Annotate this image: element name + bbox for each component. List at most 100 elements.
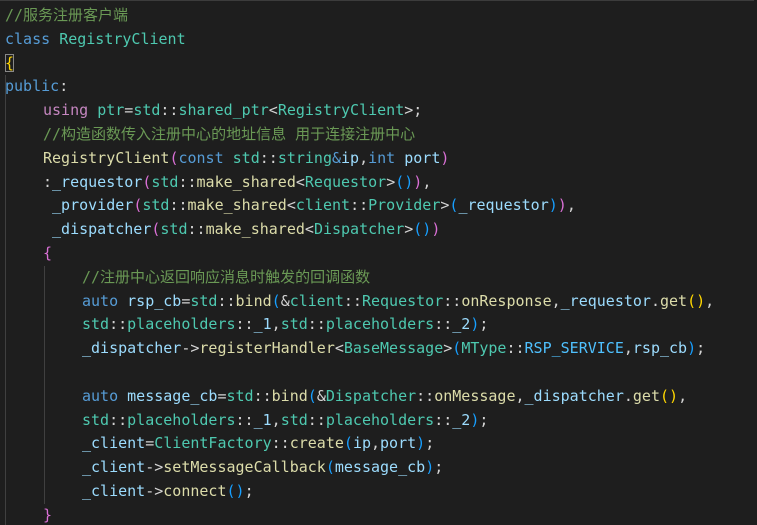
code-token: _client: [82, 481, 146, 500]
code-token: ip: [341, 148, 360, 167]
code-line[interactable]: {: [5, 241, 757, 266]
code-token: ::: [235, 315, 254, 334]
code-token: RegistryClient: [43, 148, 170, 167]
code-line[interactable]: std::placeholders::_1,std::placeholders:…: [5, 408, 757, 433]
code-token: (: [307, 386, 317, 405]
code-token: RegistryClient: [277, 101, 405, 120]
code-token: make_shared: [205, 220, 305, 239]
code-token: std: [133, 101, 161, 120]
code-line[interactable]: _provider(std::make_shared<client::Provi…: [5, 194, 757, 219]
code-line[interactable]: class RegistryClient: [5, 28, 757, 52]
code-token: std: [280, 410, 308, 429]
code-line[interactable]: //注册中心返回响应消息时触发的回调函数: [5, 265, 757, 290]
code-text: _client->setMessageCallback(message_cb);: [5, 456, 443, 480]
code-token: _client: [82, 434, 146, 453]
code-token: &: [280, 291, 290, 310]
code-token: placeholders: [325, 410, 435, 429]
code-line[interactable]: std::placeholders::_1,std::placeholders:…: [5, 313, 757, 338]
code-token: class: [5, 29, 51, 48]
code-area[interactable]: //服务注册客户端 class RegistryClient{public: usi…: [5, 4, 757, 525]
code-text: //注册中心返回响应消息时触发的回调函数: [5, 266, 370, 290]
code-token: <: [334, 339, 344, 358]
code-line[interactable]: public:: [5, 75, 757, 100]
code-token: ::: [160, 101, 179, 120]
code-token: ): [431, 220, 441, 239]
code-line[interactable]: auto message_cb=std::bind(&Dispatcher::o…: [5, 384, 757, 409]
code-token: ,: [271, 410, 281, 429]
code-line[interactable]: [5, 360, 757, 385]
code-token: (): [395, 172, 414, 191]
code-line[interactable]: :_requestor(std::make_shared<Requestor>(…: [5, 170, 757, 195]
code-token: _2: [452, 410, 471, 429]
code-text: auto rsp_cb=std::bind(&client::Requestor…: [5, 290, 714, 314]
code-token: _client: [82, 458, 146, 477]
code-text: std::placeholders::_1,std::placeholders:…: [5, 409, 488, 433]
code-token: :: [43, 172, 53, 191]
code-token: get: [660, 291, 688, 310]
code-token: port: [380, 434, 417, 453]
code-token: shared_ptr: [178, 101, 269, 120]
code-token: ): [413, 172, 423, 191]
code-token: (: [271, 291, 281, 310]
code-token: >: [443, 339, 453, 358]
code-line[interactable]: {: [5, 52, 757, 76]
code-line[interactable]: RegistryClient(const std::string&ip,int …: [5, 146, 757, 171]
code-token: rsp_cb: [127, 291, 182, 310]
code-token: string: [277, 148, 332, 167]
code-token: .: [623, 386, 633, 405]
code-token: ::: [343, 291, 362, 310]
code-token: ::: [506, 339, 525, 358]
code-token: ): [425, 458, 435, 477]
code-token: ;: [696, 339, 706, 358]
code-token: {: [43, 243, 53, 262]
code-token: (: [325, 458, 335, 477]
code-token: ::: [253, 386, 272, 405]
code-token: std: [280, 315, 308, 334]
code-token: ::: [434, 410, 453, 429]
code-token: (: [133, 196, 143, 215]
code-token: }: [43, 505, 53, 524]
code-line[interactable]: using ptr=std::shared_ptr<RegistryClient…: [5, 99, 757, 123]
code-line[interactable]: //构造函数传入注册中心的地址信息 用于连接注册中心: [5, 122, 757, 147]
code-token: RSP_SERVICE: [524, 339, 624, 358]
editor-top-border: [0, 0, 757, 1]
code-token: Provider: [368, 196, 441, 215]
code-token: std: [142, 196, 170, 215]
code-line[interactable]: _client=ClientFactory::create(ip,port);: [5, 432, 757, 457]
code-token: ,: [551, 291, 561, 310]
code-text: _client->connect();: [5, 480, 254, 504]
code-line[interactable]: //服务注册客户端: [5, 4, 757, 28]
code-line[interactable]: _dispatcher->registerHandler<BaseMessage…: [5, 337, 757, 361]
code-line[interactable]: }: [5, 503, 757, 525]
code-line[interactable]: _dispatcher(std::make_shared<Dispatcher>…: [5, 218, 757, 242]
code-token: _provider: [52, 196, 134, 215]
code-line[interactable]: _client->connect();: [5, 479, 757, 504]
code-token: Requestor: [361, 291, 444, 310]
code-token: ,: [359, 148, 369, 167]
code-editor[interactable]: //服务注册客户端 class RegistryClient{public: usi…: [0, 0, 757, 525]
code-token: placeholders: [127, 315, 236, 334]
code-token: _requestor: [458, 196, 549, 215]
code-token: registerHandler: [199, 339, 335, 358]
code-line[interactable]: _client->setMessageCallback(message_cb);: [5, 456, 757, 480]
code-token: std: [82, 410, 110, 429]
code-text: std::placeholders::_1,std::placeholders:…: [5, 313, 488, 337]
code-token: port: [404, 148, 441, 167]
code-token: public: [5, 77, 60, 96]
code-token: >: [386, 172, 396, 191]
code-token: &: [316, 386, 326, 405]
indent-guide: [44, 360, 45, 385]
code-token: ClientFactory: [154, 434, 272, 453]
code-token: ,: [566, 196, 576, 215]
code-text: :_requestor(std::make_shared<Requestor>(…: [5, 171, 431, 195]
code-token: ): [687, 339, 697, 358]
code-line[interactable]: auto rsp_cb=std::bind(&client::Requestor…: [5, 289, 757, 314]
code-token: .: [650, 291, 660, 310]
code-token: create: [289, 434, 344, 453]
code-token: ::: [187, 220, 206, 239]
code-token: ->: [181, 339, 200, 358]
code-text: _dispatcher->registerHandler<BaseMessage…: [5, 337, 705, 361]
